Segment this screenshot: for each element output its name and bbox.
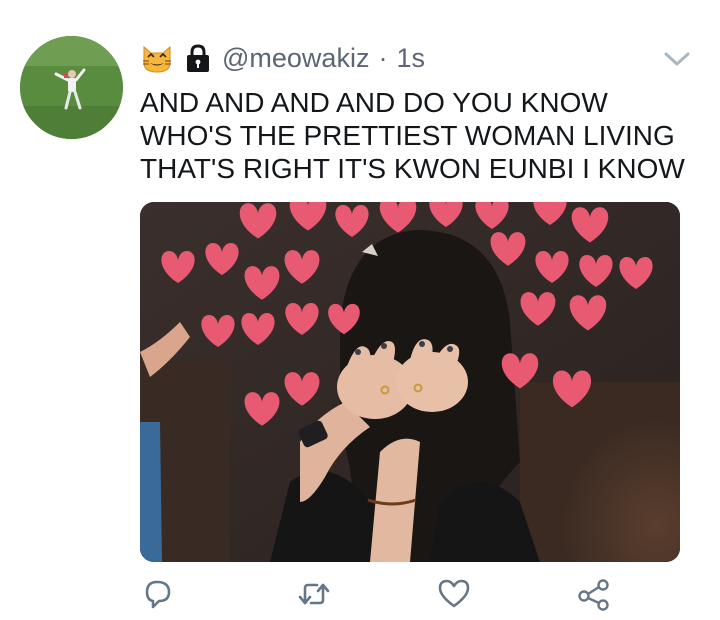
user-handle[interactable]: @meowakiz <box>222 43 369 74</box>
tweet-timestamp[interactable]: 1s <box>396 43 425 74</box>
like-icon[interactable] <box>436 576 472 612</box>
media-illustration <box>140 202 680 562</box>
tweet-text: AND AND AND AND DO YOU KNOW WHO'S THE PR… <box>140 86 710 185</box>
tweet-text-line: THAT'S RIGHT IT'S KWON EUNBI I KNOW <box>140 153 685 184</box>
tweet-text-line: AND AND AND AND DO YOU KNOW <box>140 87 608 118</box>
reply-icon[interactable] <box>140 576 176 612</box>
avatar-image <box>20 36 123 139</box>
separator-dot: · <box>378 42 388 73</box>
share-icon[interactable] <box>576 576 612 612</box>
chevron-down-icon[interactable] <box>660 45 694 73</box>
user-avatar[interactable] <box>20 36 123 139</box>
retweet-icon[interactable] <box>296 576 332 612</box>
cat-face-emoji-icon <box>143 45 171 73</box>
tweet-header: @meowakiz · 1s <box>140 38 425 78</box>
tweet-card: @meowakiz · 1s AND AND AND AND DO YOU KN… <box>0 0 720 620</box>
tweet-text-line: WHO'S THE PRETTIEST WOMAN LIVING <box>140 120 675 151</box>
lock-icon <box>187 44 209 72</box>
tweet-action-bar <box>0 572 720 616</box>
tweet-media-image[interactable] <box>140 202 680 562</box>
